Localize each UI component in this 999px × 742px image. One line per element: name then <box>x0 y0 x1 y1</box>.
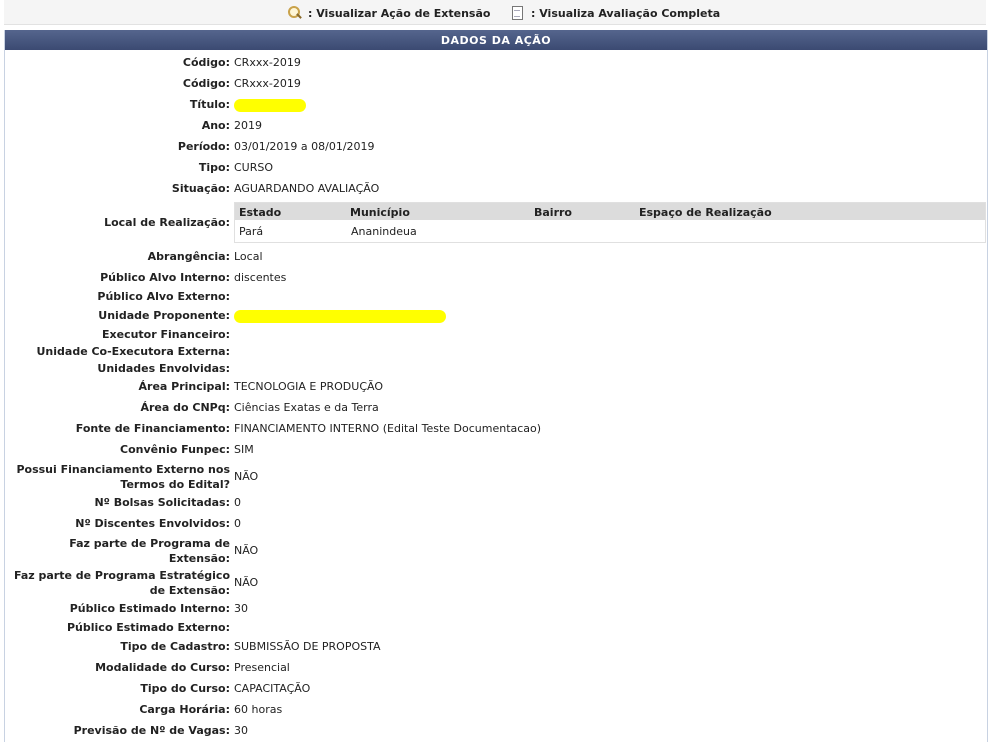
field-programa: Faz parte de Programa de Extensão: NÃO <box>5 536 987 566</box>
column-header: Espaço de Realização <box>639 206 772 219</box>
field-value: 30 <box>234 724 248 737</box>
field-label: Área Principal: <box>138 380 231 393</box>
field-label: Código: <box>182 56 230 69</box>
field-label: Público Estimado Interno: <box>69 602 230 615</box>
magnifier-icon <box>287 6 305 20</box>
view-action-label: : Visualizar Ação de Extensão <box>308 6 491 20</box>
column-header: Município <box>350 206 410 219</box>
field-value: 30 <box>234 602 248 615</box>
redacted-title <box>234 98 306 112</box>
field-financiamento-externo: Possui Financiamento Externo nos Termos d… <box>5 462 987 492</box>
field-value: CRxxx-2019 <box>234 56 301 69</box>
field-label: Local de Realização: <box>104 216 230 229</box>
field-value: 0 <box>234 517 241 530</box>
field-value: SIM <box>234 443 254 456</box>
field-label: Unidade Co-Executora Externa: <box>36 345 230 358</box>
field-label: Convênio Funpec: <box>120 443 230 456</box>
field-label: Público Estimado Externo: <box>67 621 230 634</box>
field-value: 0 <box>234 496 241 509</box>
field-estrategico: Faz parte de Programa Estratégico de Exte… <box>5 568 987 598</box>
field-value: FINANCIAMENTO INTERNO (Edital Teste Docu… <box>234 422 542 435</box>
table-cell: Ananindeua <box>351 225 417 238</box>
field-label: Situação: <box>171 182 230 195</box>
field-label: Ano: <box>201 119 230 132</box>
field-label: Previsão de Nº de Vagas: <box>73 724 230 737</box>
field-value: AGUARDANDO AVALIAÇÃO <box>234 182 380 195</box>
field-value: CRxxx-2019 <box>234 77 301 90</box>
field-label: Abrangência: <box>147 250 230 263</box>
toolbar: : Visualizar Ação de Extensão : Visualiz… <box>4 0 986 25</box>
field-label: Período: <box>177 140 230 153</box>
panel-caption: DADOS DA AÇÃO <box>5 30 987 50</box>
field-label: Tipo de Cadastro: <box>120 640 230 653</box>
field-label: Nº Discentes Envolvidos: <box>75 517 230 530</box>
field-label: Executor Financeiro: <box>102 328 230 341</box>
field-value: NÃO <box>234 544 259 557</box>
redacted-unit <box>234 309 446 323</box>
field-label: Público Alvo Interno: <box>100 271 230 284</box>
field-value: 2019 <box>234 119 262 132</box>
field-value: SUBMISSÃO DE PROPOSTA <box>234 640 381 653</box>
field-label: Título: <box>189 98 230 111</box>
field-value: NÃO <box>234 470 259 483</box>
field-value: discentes <box>234 271 287 284</box>
field-label: Tipo do Curso: <box>140 682 230 695</box>
table-cell: Pará <box>239 225 264 238</box>
field-label: Faz parte de Programa de Extensão: <box>69 537 230 565</box>
field-label: Público Alvo Externo: <box>97 290 230 303</box>
location-table-header: Estado Município Bairro Espaço de Realiz… <box>235 203 985 220</box>
field-label: Fonte de Financiamento: <box>75 422 230 435</box>
document-chart-icon <box>510 6 528 20</box>
field-label: Possui Financiamento Externo nos Termos d… <box>16 463 230 491</box>
field-value: 03/01/2019 a 08/01/2019 <box>234 140 375 153</box>
view-action-link[interactable]: : Visualizar Ação de Extensão <box>287 6 490 20</box>
view-evaluation-label: : Visualiza Avaliação Completa <box>531 6 721 20</box>
field-value: NÃO <box>234 576 259 589</box>
column-header: Bairro <box>534 206 572 219</box>
field-label: Unidade Proponente: <box>98 309 230 322</box>
field-label: Unidades Envolvidas: <box>97 362 230 375</box>
field-label: Modalidade do Curso: <box>95 661 230 674</box>
field-label: Área do CNPq: <box>140 401 230 414</box>
location-table: Estado Município Bairro Espaço de Realiz… <box>234 202 986 243</box>
field-value: TECNOLOGIA E PRODUÇÃO <box>234 380 383 393</box>
field-local-realizacao: Local de Realização: Estado Município Ba… <box>5 202 987 244</box>
field-value: CURSO <box>234 161 274 174</box>
action-data-panel: DADOS DA AÇÃO Código: CRxxx-2019 Código:… <box>4 30 988 742</box>
field-label: Faz parte de Programa Estratégico de Exte… <box>13 569 230 597</box>
field-value: CAPACITAÇÃO <box>234 682 311 695</box>
field-value: Presencial <box>234 661 290 674</box>
field-value: Local <box>234 250 263 263</box>
field-value: Ciências Exatas e da Terra <box>234 401 379 414</box>
field-label: Tipo: <box>198 161 230 174</box>
field-label: Código: <box>182 77 230 90</box>
field-label: Nº Bolsas Solicitadas: <box>94 496 230 509</box>
field-label: Carga Horária: <box>139 703 230 716</box>
field-value: 60 horas <box>234 703 283 716</box>
column-header: Estado <box>239 206 282 219</box>
table-row: Pará Ananindeua <box>235 220 985 242</box>
view-evaluation-link[interactable]: : Visualiza Avaliação Completa <box>510 6 720 20</box>
